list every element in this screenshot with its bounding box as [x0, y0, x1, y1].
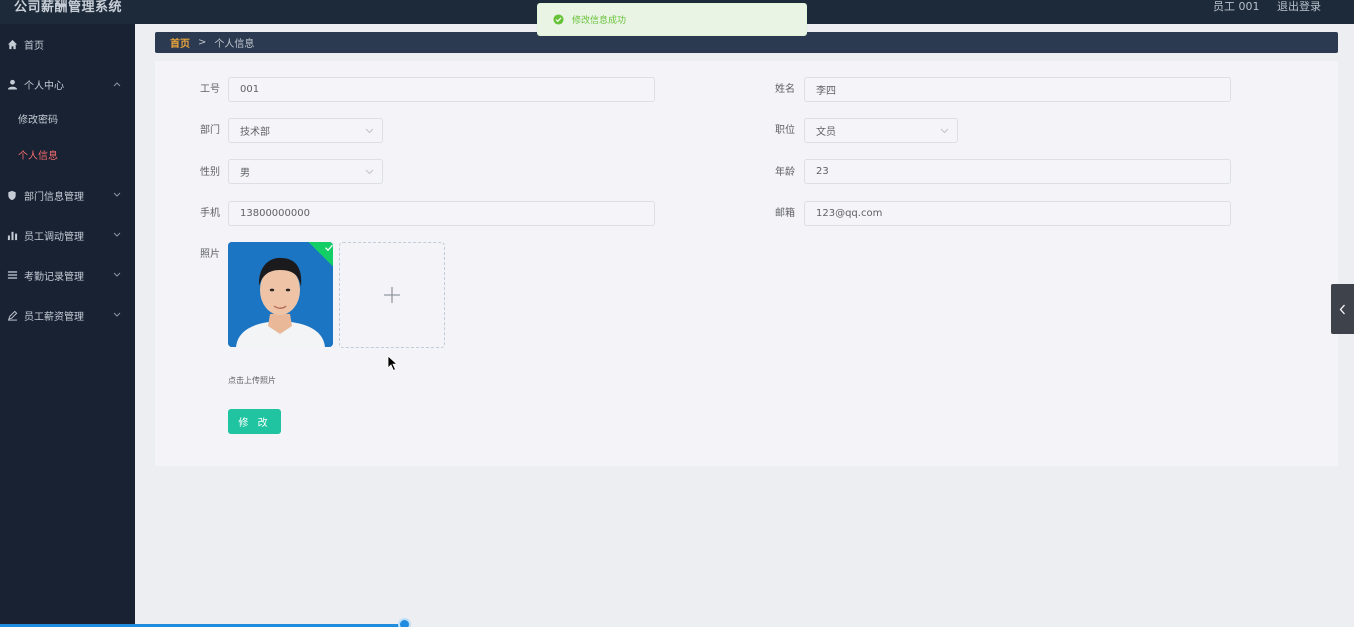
- photo-label: 照片: [200, 249, 220, 260]
- portrait-image: [228, 242, 333, 347]
- department-label: 部门: [200, 125, 220, 136]
- age-input[interactable]: 23: [804, 159, 1231, 184]
- sidebar-item-label: 考勤记录管理: [24, 271, 84, 283]
- employee-no-input[interactable]: 001: [228, 77, 655, 102]
- phone-input[interactable]: 13800000000: [228, 201, 655, 226]
- logout-link[interactable]: 退出登录: [1277, 0, 1321, 14]
- gender-label: 性别: [200, 167, 220, 178]
- current-user-label: 员工 001: [1213, 0, 1260, 13]
- email-label: 邮箱: [775, 208, 795, 219]
- upload-tip: 点击上传照片: [228, 376, 276, 385]
- gender-select[interactable]: 男: [228, 159, 383, 184]
- photo-upload-button[interactable]: [339, 242, 445, 348]
- check-icon: [325, 244, 333, 252]
- chevron-down-icon: [113, 270, 121, 281]
- chevron-down-icon: [365, 167, 374, 178]
- submit-button[interactable]: 修 改: [228, 409, 281, 434]
- toast-message: 修改信息成功: [572, 16, 627, 26]
- sidebar-item-attendance[interactable]: 考勤记录管理: [0, 263, 135, 287]
- success-toast: 修改信息成功: [537, 3, 807, 36]
- sidebar-item-salary[interactable]: 员工薪资管理: [0, 303, 135, 327]
- department-select[interactable]: 技术部: [228, 118, 383, 143]
- sidebar-item-personal-center[interactable]: 个人中心: [0, 72, 135, 96]
- sidebar-item-personal-info[interactable]: 个人信息: [18, 150, 58, 164]
- email-input[interactable]: 123@qq.com: [804, 201, 1231, 226]
- plus-icon: [384, 287, 400, 303]
- sidebar-item-label: 首页: [24, 40, 44, 52]
- name-input[interactable]: 李四: [804, 77, 1231, 102]
- home-icon: [6, 38, 18, 50]
- bar-chart-icon: [6, 229, 18, 241]
- sidebar-item-label: 部门信息管理: [24, 191, 84, 203]
- sidebar-item-label: 员工薪资管理: [24, 311, 84, 323]
- employee-no-label: 工号: [200, 84, 220, 95]
- position-select-value: 文员: [816, 127, 836, 138]
- chevron-down-icon: [113, 190, 121, 201]
- sidebar-item-department[interactable]: 部门信息管理: [0, 183, 135, 207]
- side-panel-toggle[interactable]: [1331, 284, 1354, 334]
- sidebar: 首页 个人中心 修改密码 个人信息 部门信息管理 员工调动管理 考勤记录管理 员…: [0, 24, 135, 627]
- shield-icon: [6, 189, 18, 201]
- phone-label: 手机: [200, 208, 220, 219]
- mouse-cursor-icon: [387, 355, 399, 375]
- edit-icon: [6, 309, 18, 321]
- sidebar-item-home[interactable]: 首页: [0, 32, 135, 56]
- list-icon: [6, 269, 18, 281]
- sidebar-item-transfer[interactable]: 员工调动管理: [0, 223, 135, 247]
- app-title: 公司薪酬管理系统: [14, 0, 123, 15]
- department-select-value: 技术部: [240, 127, 270, 138]
- gender-select-value: 男: [240, 168, 250, 179]
- breadcrumb-current: 个人信息: [214, 39, 255, 50]
- profile-photo[interactable]: [228, 242, 333, 347]
- sidebar-item-label: 员工调动管理: [24, 231, 84, 243]
- success-check-icon: [553, 14, 564, 25]
- breadcrumb-separator: >: [198, 37, 207, 48]
- age-label: 年龄: [775, 167, 795, 178]
- position-select[interactable]: 文员: [804, 118, 958, 143]
- name-label: 姓名: [775, 84, 795, 95]
- user-icon: [6, 78, 18, 90]
- chevron-up-icon: [113, 79, 121, 90]
- chevron-left-icon: [1339, 304, 1345, 314]
- chevron-down-icon: [113, 230, 121, 241]
- chevron-down-icon: [940, 126, 949, 137]
- chevron-down-icon: [113, 310, 121, 321]
- sidebar-item-change-password[interactable]: 修改密码: [18, 114, 58, 128]
- breadcrumb-home[interactable]: 首页: [170, 35, 190, 50]
- position-label: 职位: [775, 125, 795, 136]
- sidebar-item-label: 个人中心: [24, 80, 64, 92]
- chevron-down-icon: [365, 126, 374, 137]
- loading-progress-thumb: [398, 618, 411, 627]
